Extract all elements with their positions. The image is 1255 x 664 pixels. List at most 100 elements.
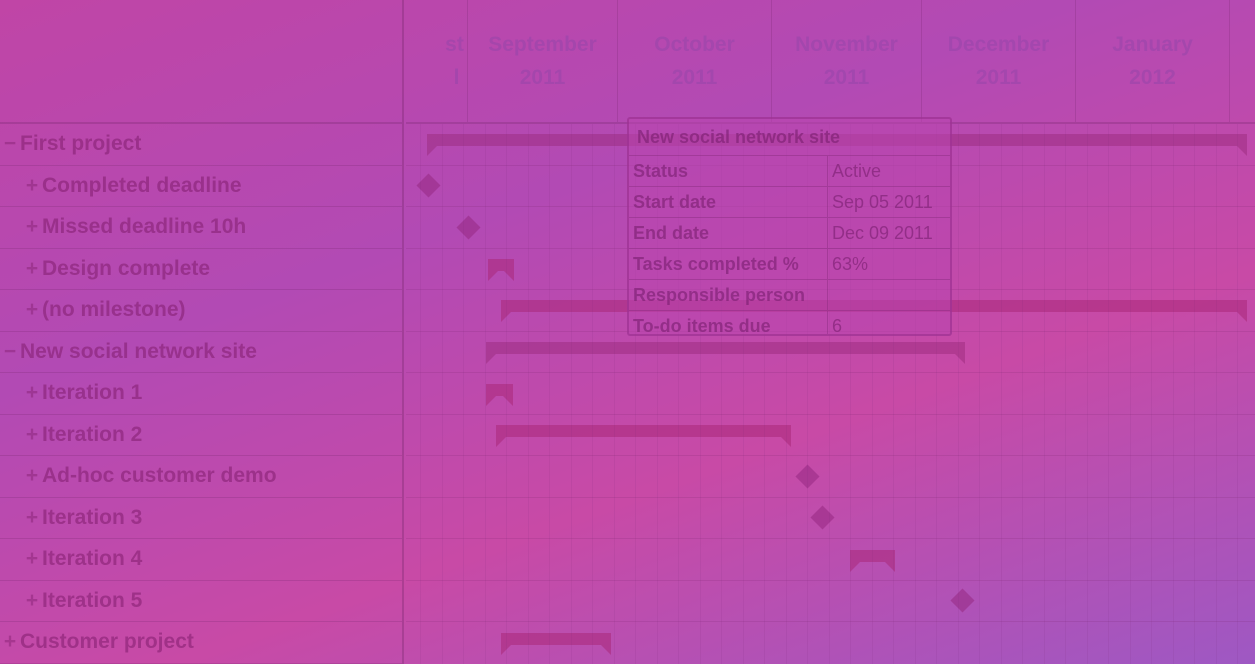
grid-day-line [1237, 124, 1238, 664]
milestone-iteration-3[interactable] [810, 505, 835, 530]
month-november-2011: November 2011 [772, 0, 922, 122]
tooltip-title: New social network site [629, 119, 950, 156]
task-list: − First project + Completed deadline + Miss… [0, 124, 402, 664]
tooltip-row-end-date: End date Dec 09 2011 [629, 218, 950, 249]
row-iteration-4[interactable]: + Iteration 4 [0, 539, 402, 581]
task-list-panel: − First project + Completed deadline + Miss… [0, 0, 404, 664]
milestone-missed-deadline[interactable] [456, 215, 481, 240]
grid-day-line [463, 124, 464, 664]
month-october-2011: October 2011 [618, 0, 772, 122]
row-missed-deadline[interactable]: + Missed deadline 10h [0, 207, 402, 249]
row-iteration-2[interactable]: + Iteration 2 [0, 415, 402, 456]
month-year: 2011 [823, 66, 870, 89]
row-label: Ad-hoc customer demo [42, 464, 277, 488]
row-label: Iteration 4 [42, 547, 143, 571]
grid-day-line [613, 124, 615, 664]
grid-day-line [1000, 124, 1002, 664]
tooltip-key: End date [629, 218, 828, 248]
expand-icon[interactable]: + [22, 423, 42, 447]
expand-icon[interactable]: + [22, 257, 42, 281]
milestone-iteration-5[interactable] [950, 588, 975, 613]
row-completed-deadline[interactable]: + Completed deadline [0, 166, 402, 207]
row-new-social-network-site[interactable]: − New social network site [0, 332, 402, 373]
month-name: September [488, 33, 597, 56]
tooltip-value: Sep 05 2011 [832, 192, 933, 212]
month-year: 2011 [519, 66, 566, 89]
task-tooltip: New social network site Status Active St… [627, 117, 952, 336]
row-design-complete[interactable]: + Design complete [0, 249, 402, 290]
grid-day-line [1022, 124, 1023, 664]
grid-day-line [1151, 124, 1152, 664]
row-label: First project [20, 132, 142, 156]
expand-icon[interactable]: + [22, 589, 42, 613]
row-label: Iteration 1 [42, 381, 143, 405]
row-first-project[interactable]: − First project [0, 124, 402, 166]
grid-day-line [1172, 124, 1174, 664]
row-label: Iteration 2 [42, 422, 143, 446]
tooltip-value: 6 [832, 316, 843, 336]
row-iteration-3[interactable]: + Iteration 3 [0, 498, 402, 539]
month-year: 2011 [671, 66, 718, 89]
grid-day-line [1194, 124, 1195, 664]
collapse-icon[interactable]: − [0, 132, 20, 156]
expand-icon[interactable]: + [22, 298, 42, 322]
tooltip-value: Active [832, 161, 882, 181]
bar-customer-project[interactable] [501, 633, 611, 655]
bar-iteration-2[interactable] [496, 425, 791, 447]
tooltip-row-todo-items-due: To-do items due 6 [629, 311, 950, 336]
grid-day-line [1086, 124, 1088, 664]
row-label: Completed deadline [42, 173, 242, 197]
grid-day-line [570, 124, 572, 664]
milestone-bar-design-complete[interactable] [488, 259, 514, 281]
tooltip-key: Responsible person [629, 280, 828, 310]
row-no-milestone[interactable]: + (no milestone) [0, 290, 402, 332]
grid-day-line [957, 124, 959, 664]
tooltip-row-status: Status Active [629, 156, 950, 187]
grid-day-line [506, 124, 507, 664]
grid-day-line [549, 124, 550, 664]
month-year: 2012 [1129, 66, 1176, 89]
grid-row-line [406, 621, 1255, 622]
expand-icon[interactable]: + [22, 547, 42, 571]
month-august-2011: st l [406, 0, 468, 122]
row-ad-hoc-customer-demo[interactable]: + Ad-hoc customer demo [0, 456, 402, 498]
grid-row-line [406, 579, 1255, 581]
expand-icon[interactable]: + [22, 506, 42, 530]
tooltip-value: 63% [832, 254, 869, 274]
tooltip-key: Status [629, 156, 828, 186]
task-list-header [0, 0, 402, 124]
row-customer-project[interactable]: + Customer project [0, 622, 402, 664]
bar-iteration-1[interactable] [486, 384, 513, 406]
tooltip-row-tasks-completed: Tasks completed % 63% [629, 249, 950, 280]
row-label: Design complete [42, 256, 211, 280]
grid-row-line [406, 538, 1255, 539]
tooltip-value [828, 280, 832, 310]
expand-icon[interactable]: + [0, 630, 20, 654]
expand-icon[interactable]: + [22, 381, 42, 405]
grid-row-line [406, 413, 1255, 415]
grid-day-line [441, 124, 443, 664]
month-header: st l September 2011 October 2011 Novembe… [406, 0, 1255, 124]
month-year: 2011 [975, 66, 1022, 89]
grid-day-line [1043, 124, 1045, 664]
tooltip-row-responsible-person: Responsible person [629, 280, 950, 311]
tooltip-row-start-date: Start date Sep 05 2011 [629, 187, 950, 218]
collapse-icon[interactable]: − [0, 340, 20, 364]
tooltip-key: Start date [629, 187, 828, 217]
row-iteration-5[interactable]: + Iteration 5 [0, 581, 402, 622]
grid-day-line [592, 124, 593, 664]
grid-day-line [1129, 124, 1131, 664]
expand-icon[interactable]: + [22, 174, 42, 198]
grid-day-line [1065, 124, 1066, 664]
month-name: January [1112, 33, 1193, 56]
expand-icon[interactable]: + [22, 215, 42, 239]
row-iteration-1[interactable]: + Iteration 1 [0, 373, 402, 415]
grid-day-line [484, 124, 486, 664]
grid-row-line [406, 496, 1255, 498]
bar-iteration-4[interactable] [850, 550, 895, 572]
expand-icon[interactable]: + [22, 464, 42, 488]
month-year: l [453, 66, 460, 89]
tooltip-key: To-do items due [629, 311, 828, 334]
month-january-2012: January 2012 [1076, 0, 1230, 122]
row-label: Iteration 3 [42, 505, 143, 529]
